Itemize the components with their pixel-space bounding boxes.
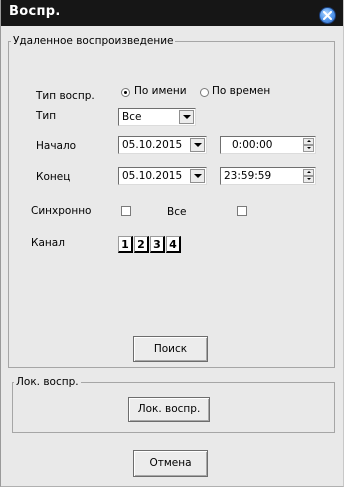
chevron-down-icon[interactable] bbox=[190, 169, 205, 183]
end-time-spinner[interactable] bbox=[303, 169, 314, 183]
start-time-spinner[interactable] bbox=[303, 138, 314, 152]
start-date-value: 05.10.2015 bbox=[122, 139, 183, 151]
channel-buttons: 1 2 3 4 bbox=[118, 236, 182, 253]
spin-up-icon[interactable] bbox=[303, 169, 314, 176]
start-time-field[interactable]: 0:00:00 bbox=[220, 136, 316, 154]
all-checkbox[interactable] bbox=[237, 206, 247, 216]
sync-checkbox[interactable] bbox=[121, 206, 131, 216]
type-select-value: Все bbox=[122, 111, 142, 123]
sync-label: Синхронно bbox=[31, 205, 92, 217]
playback-type-label: Тип воспр. bbox=[36, 90, 95, 102]
radio-by-time-label[interactable]: По времен bbox=[212, 85, 270, 97]
cancel-button[interactable]: Отмена bbox=[133, 450, 208, 477]
title-bar[interactable]: Воспр. bbox=[1, 0, 343, 26]
end-time-value: 23:59:59 bbox=[224, 170, 272, 182]
channel-button-1[interactable]: 1 bbox=[118, 236, 133, 253]
start-time-value: 0:00:00 bbox=[232, 139, 273, 151]
radio-by-name[interactable] bbox=[121, 88, 130, 97]
radio-by-time[interactable] bbox=[200, 88, 209, 97]
radio-by-name-label[interactable]: По имени bbox=[134, 85, 187, 97]
end-date-value: 05.10.2015 bbox=[122, 170, 183, 182]
playback-window: Воспр. Удаленное воспроизведение Тип вос… bbox=[0, 0, 344, 487]
close-button[interactable] bbox=[319, 7, 336, 24]
search-button[interactable]: Поиск bbox=[133, 336, 208, 362]
chevron-down-icon[interactable] bbox=[179, 110, 194, 124]
channel-button-4[interactable]: 4 bbox=[166, 236, 181, 253]
spin-up-icon[interactable] bbox=[303, 138, 314, 145]
channel-label: Канал bbox=[31, 237, 65, 249]
window-title: Воспр. bbox=[9, 4, 61, 19]
channel-button-2[interactable]: 2 bbox=[134, 236, 149, 253]
all-label: Все bbox=[167, 206, 187, 218]
remote-playback-legend: Удаленное воспроизведение bbox=[11, 35, 176, 47]
type-label: Тип bbox=[36, 110, 57, 122]
local-playback-legend: Лок. воспр. bbox=[14, 376, 81, 388]
end-label: Конец bbox=[36, 171, 71, 183]
end-date-picker[interactable]: 05.10.2015 bbox=[118, 167, 207, 185]
close-icon bbox=[323, 11, 332, 20]
chevron-down-icon[interactable] bbox=[190, 138, 205, 152]
start-label: Начало bbox=[36, 140, 77, 152]
type-select[interactable]: Все bbox=[118, 108, 196, 126]
end-time-field[interactable]: 23:59:59 bbox=[220, 167, 316, 185]
start-date-picker[interactable]: 05.10.2015 bbox=[118, 136, 207, 154]
local-playback-button[interactable]: Лок. воспр. bbox=[128, 397, 210, 422]
channel-button-3[interactable]: 3 bbox=[150, 236, 165, 253]
spin-down-icon[interactable] bbox=[303, 176, 314, 183]
spin-down-icon[interactable] bbox=[303, 145, 314, 152]
